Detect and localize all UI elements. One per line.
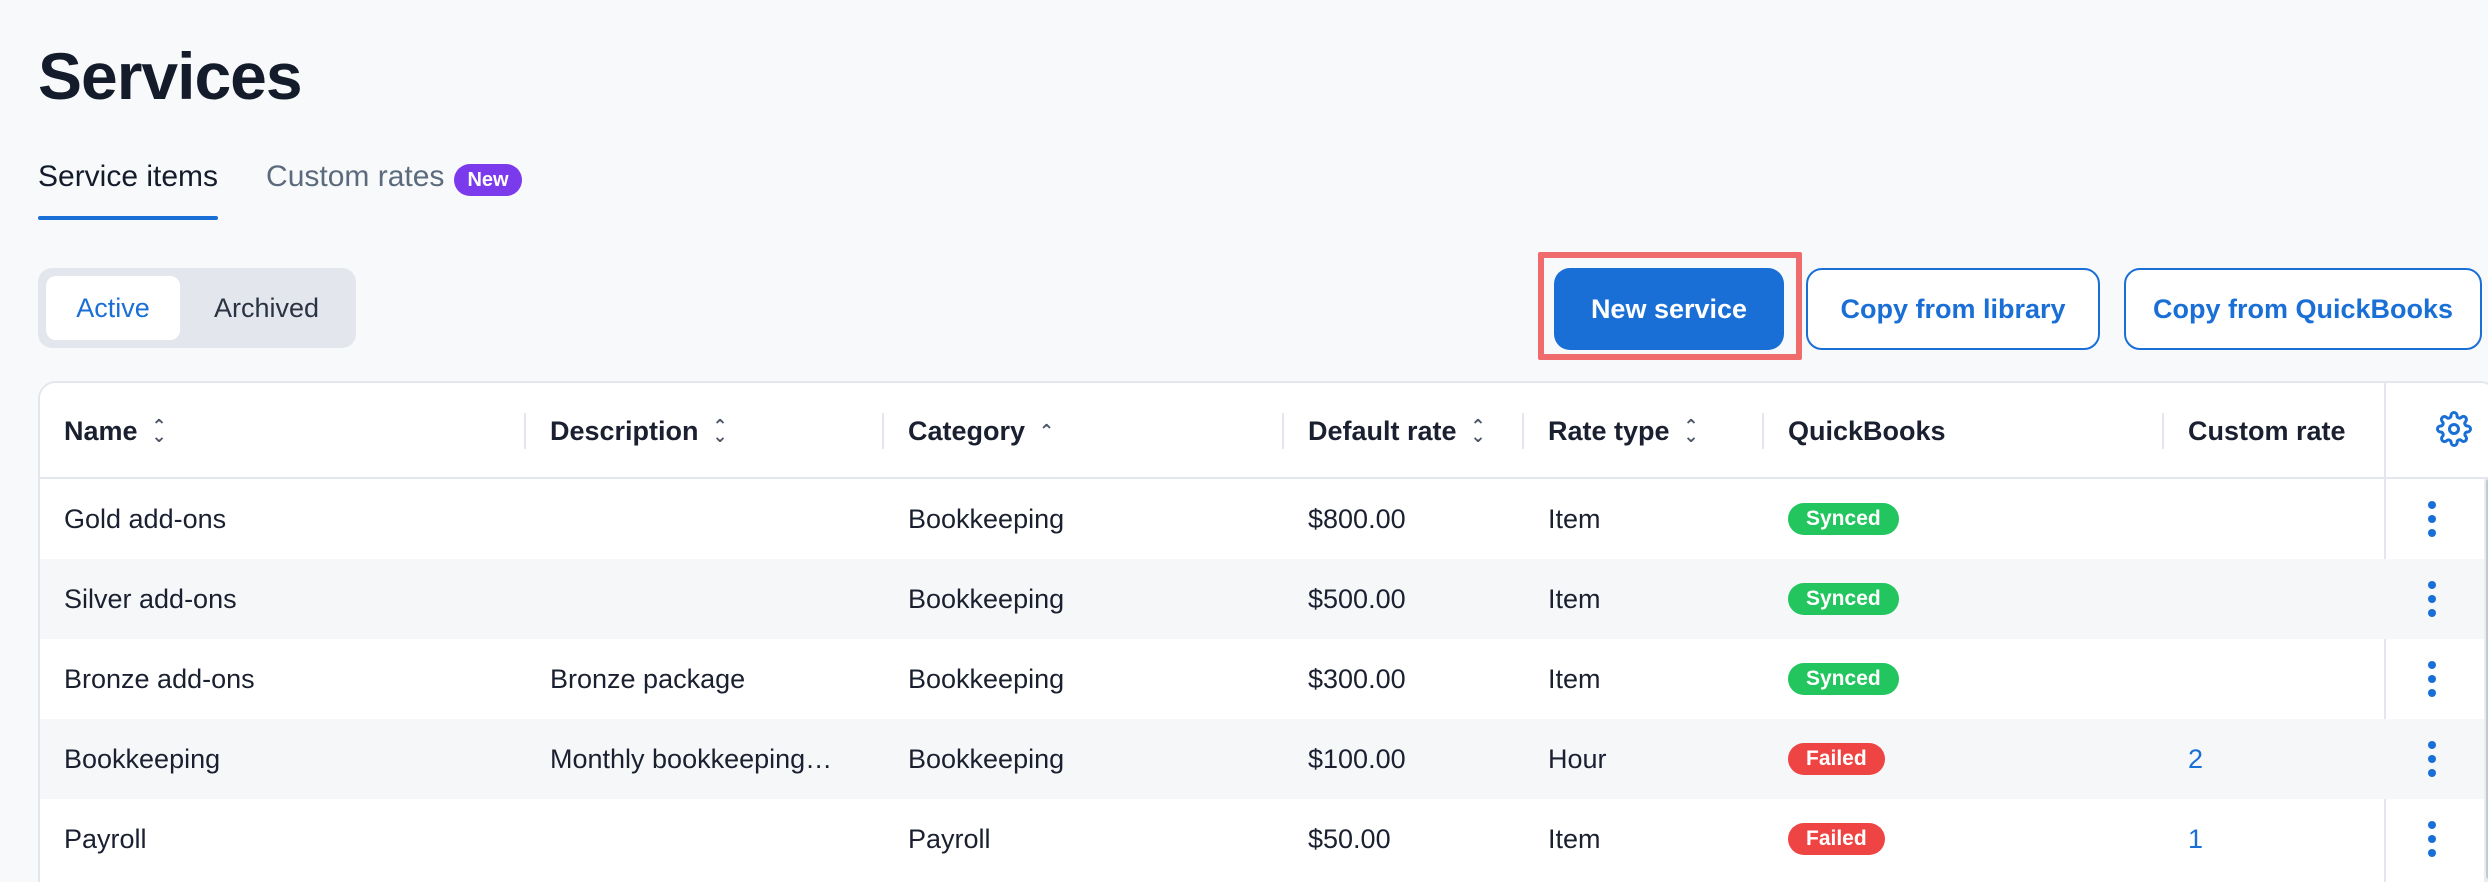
status-badge: Synced — [1788, 503, 1899, 535]
cell-rate-type: Item — [1548, 583, 1601, 614]
cell-rate-type: Item — [1548, 503, 1601, 534]
scrollbar[interactable] — [2484, 479, 2488, 882]
cell-category: Bookkeeping — [908, 503, 1065, 534]
cell-default-rate: $300.00 — [1308, 663, 1406, 694]
more-vertical-icon[interactable] — [2426, 661, 2438, 697]
more-vertical-icon[interactable] — [2426, 581, 2438, 617]
custom-rate-link[interactable]: 2 — [2188, 744, 2203, 775]
column-label: Name — [64, 415, 138, 446]
column-label: Description — [550, 415, 699, 446]
column-header-description[interactable]: Description ⌃ ⌄ — [550, 383, 728, 479]
new-badge: New — [454, 164, 522, 196]
cell-category: Bookkeeping — [908, 743, 1065, 774]
cell-default-rate: $50.00 — [1308, 823, 1391, 854]
cell-quickbooks: Failed — [1788, 719, 1885, 799]
column-divider[interactable] — [1282, 413, 1284, 449]
custom-rate-link[interactable]: 1 — [2188, 824, 2203, 855]
cell-category: Bookkeeping — [908, 583, 1065, 614]
status-badge: Synced — [1788, 583, 1899, 615]
column-divider[interactable] — [524, 413, 526, 449]
cell-quickbooks: Synced — [1788, 559, 1899, 639]
column-divider[interactable] — [1522, 413, 1524, 449]
column-label: Category — [908, 415, 1026, 446]
more-vertical-icon[interactable] — [2426, 741, 2438, 777]
table-row[interactable]: Payroll Payroll $50.00 Item Failed 1 — [40, 799, 2488, 879]
copy-from-quickbooks-button[interactable]: Copy from QuickBooks — [2124, 268, 2482, 350]
column-label: Default rate — [1308, 415, 1457, 446]
cell-default-rate: $500.00 — [1308, 583, 1406, 614]
column-label: QuickBooks — [1788, 415, 1946, 446]
more-vertical-icon[interactable] — [2426, 821, 2438, 857]
cell-rate-type: Item — [1548, 663, 1601, 694]
tab-label: Service items — [38, 160, 219, 193]
table-row[interactable]: Silver add-ons Bookkeeping $500.00 Item … — [40, 559, 2488, 639]
tab-custom-rates[interactable]: Custom rates New — [266, 158, 522, 220]
column-header-default-rate[interactable]: Default rate ⌃ ⌄ — [1308, 383, 1486, 479]
cell-rate-type: Hour — [1548, 743, 1607, 774]
cell-name: Bronze add-ons — [64, 663, 255, 694]
cell-quickbooks: Synced — [1788, 479, 1899, 559]
filter-archived[interactable]: Archived — [184, 276, 349, 340]
cell-description: Bronze package — [550, 663, 746, 694]
sort-icon[interactable]: ⌃ ⌄ — [1471, 417, 1486, 445]
tab-label: Custom rates — [266, 160, 445, 193]
column-divider[interactable] — [882, 413, 884, 449]
cell-custom-rate: 1 — [2188, 799, 2203, 879]
column-label: Custom rate — [2188, 415, 2346, 446]
tab-service-items[interactable]: Service items — [38, 158, 219, 220]
cell-category: Payroll — [908, 823, 991, 854]
column-header-category[interactable]: Category ⌃ — [908, 383, 1054, 479]
column-divider[interactable] — [2162, 413, 2164, 449]
column-header-rate-type[interactable]: Rate type ⌃ ⌄ — [1548, 383, 1699, 479]
cell-description: Monthly bookkeeping… — [550, 743, 833, 774]
cell-name: Payroll — [64, 823, 147, 854]
sort-icon[interactable]: ⌃ ⌄ — [713, 417, 728, 445]
sort-icon[interactable]: ⌃ ⌄ — [152, 417, 167, 445]
column-label: Rate type — [1548, 415, 1670, 446]
cell-category: Bookkeeping — [908, 663, 1065, 694]
status-filter: Active Archived — [38, 268, 356, 348]
cell-default-rate: $800.00 — [1308, 503, 1406, 534]
table-header: Name ⌃ ⌄ Description ⌃ ⌄ Category ⌃ Defaul… — [40, 383, 2488, 479]
copy-from-library-button[interactable]: Copy from library — [1806, 268, 2100, 350]
sort-ascending-icon[interactable]: ⌃ — [1039, 422, 1054, 440]
table-row[interactable]: Bronze add-ons Bronze package Bookkeepin… — [40, 639, 2488, 719]
column-header-name[interactable]: Name ⌃ ⌄ — [64, 383, 167, 479]
cell-name: Gold add-ons — [64, 503, 227, 534]
page-title: Services — [38, 39, 303, 113]
services-table: Name ⌃ ⌄ Description ⌃ ⌄ Category ⌃ Defaul… — [38, 381, 2488, 882]
column-header-custom-rate: Custom rate — [2188, 383, 2346, 479]
column-header-quickbooks: QuickBooks — [1788, 383, 1946, 479]
cell-name: Bookkeeping — [64, 743, 221, 774]
sort-icon[interactable]: ⌃ ⌄ — [1684, 417, 1699, 445]
tab-bar: Service items Custom rates New — [38, 158, 522, 220]
cell-name: Silver add-ons — [64, 583, 237, 614]
status-badge: Synced — [1788, 663, 1899, 695]
gear-icon[interactable] — [2436, 411, 2472, 447]
status-badge: Failed — [1788, 823, 1885, 855]
column-divider[interactable] — [1762, 413, 1764, 449]
more-vertical-icon[interactable] — [2426, 501, 2438, 537]
cell-default-rate: $100.00 — [1308, 743, 1406, 774]
status-badge: Failed — [1788, 743, 1885, 775]
new-service-button[interactable]: New service — [1554, 268, 1784, 350]
cell-rate-type: Item — [1548, 823, 1601, 854]
table-row[interactable]: Bookkeeping Monthly bookkeeping… Bookkee… — [40, 719, 2488, 799]
cell-custom-rate: 2 — [2188, 719, 2203, 799]
cell-quickbooks: Synced — [1788, 639, 1899, 719]
cell-quickbooks: Failed — [1788, 799, 1885, 879]
filter-active[interactable]: Active — [46, 276, 180, 340]
table-row[interactable]: Gold add-ons Bookkeeping $800.00 Item Sy… — [40, 479, 2488, 559]
